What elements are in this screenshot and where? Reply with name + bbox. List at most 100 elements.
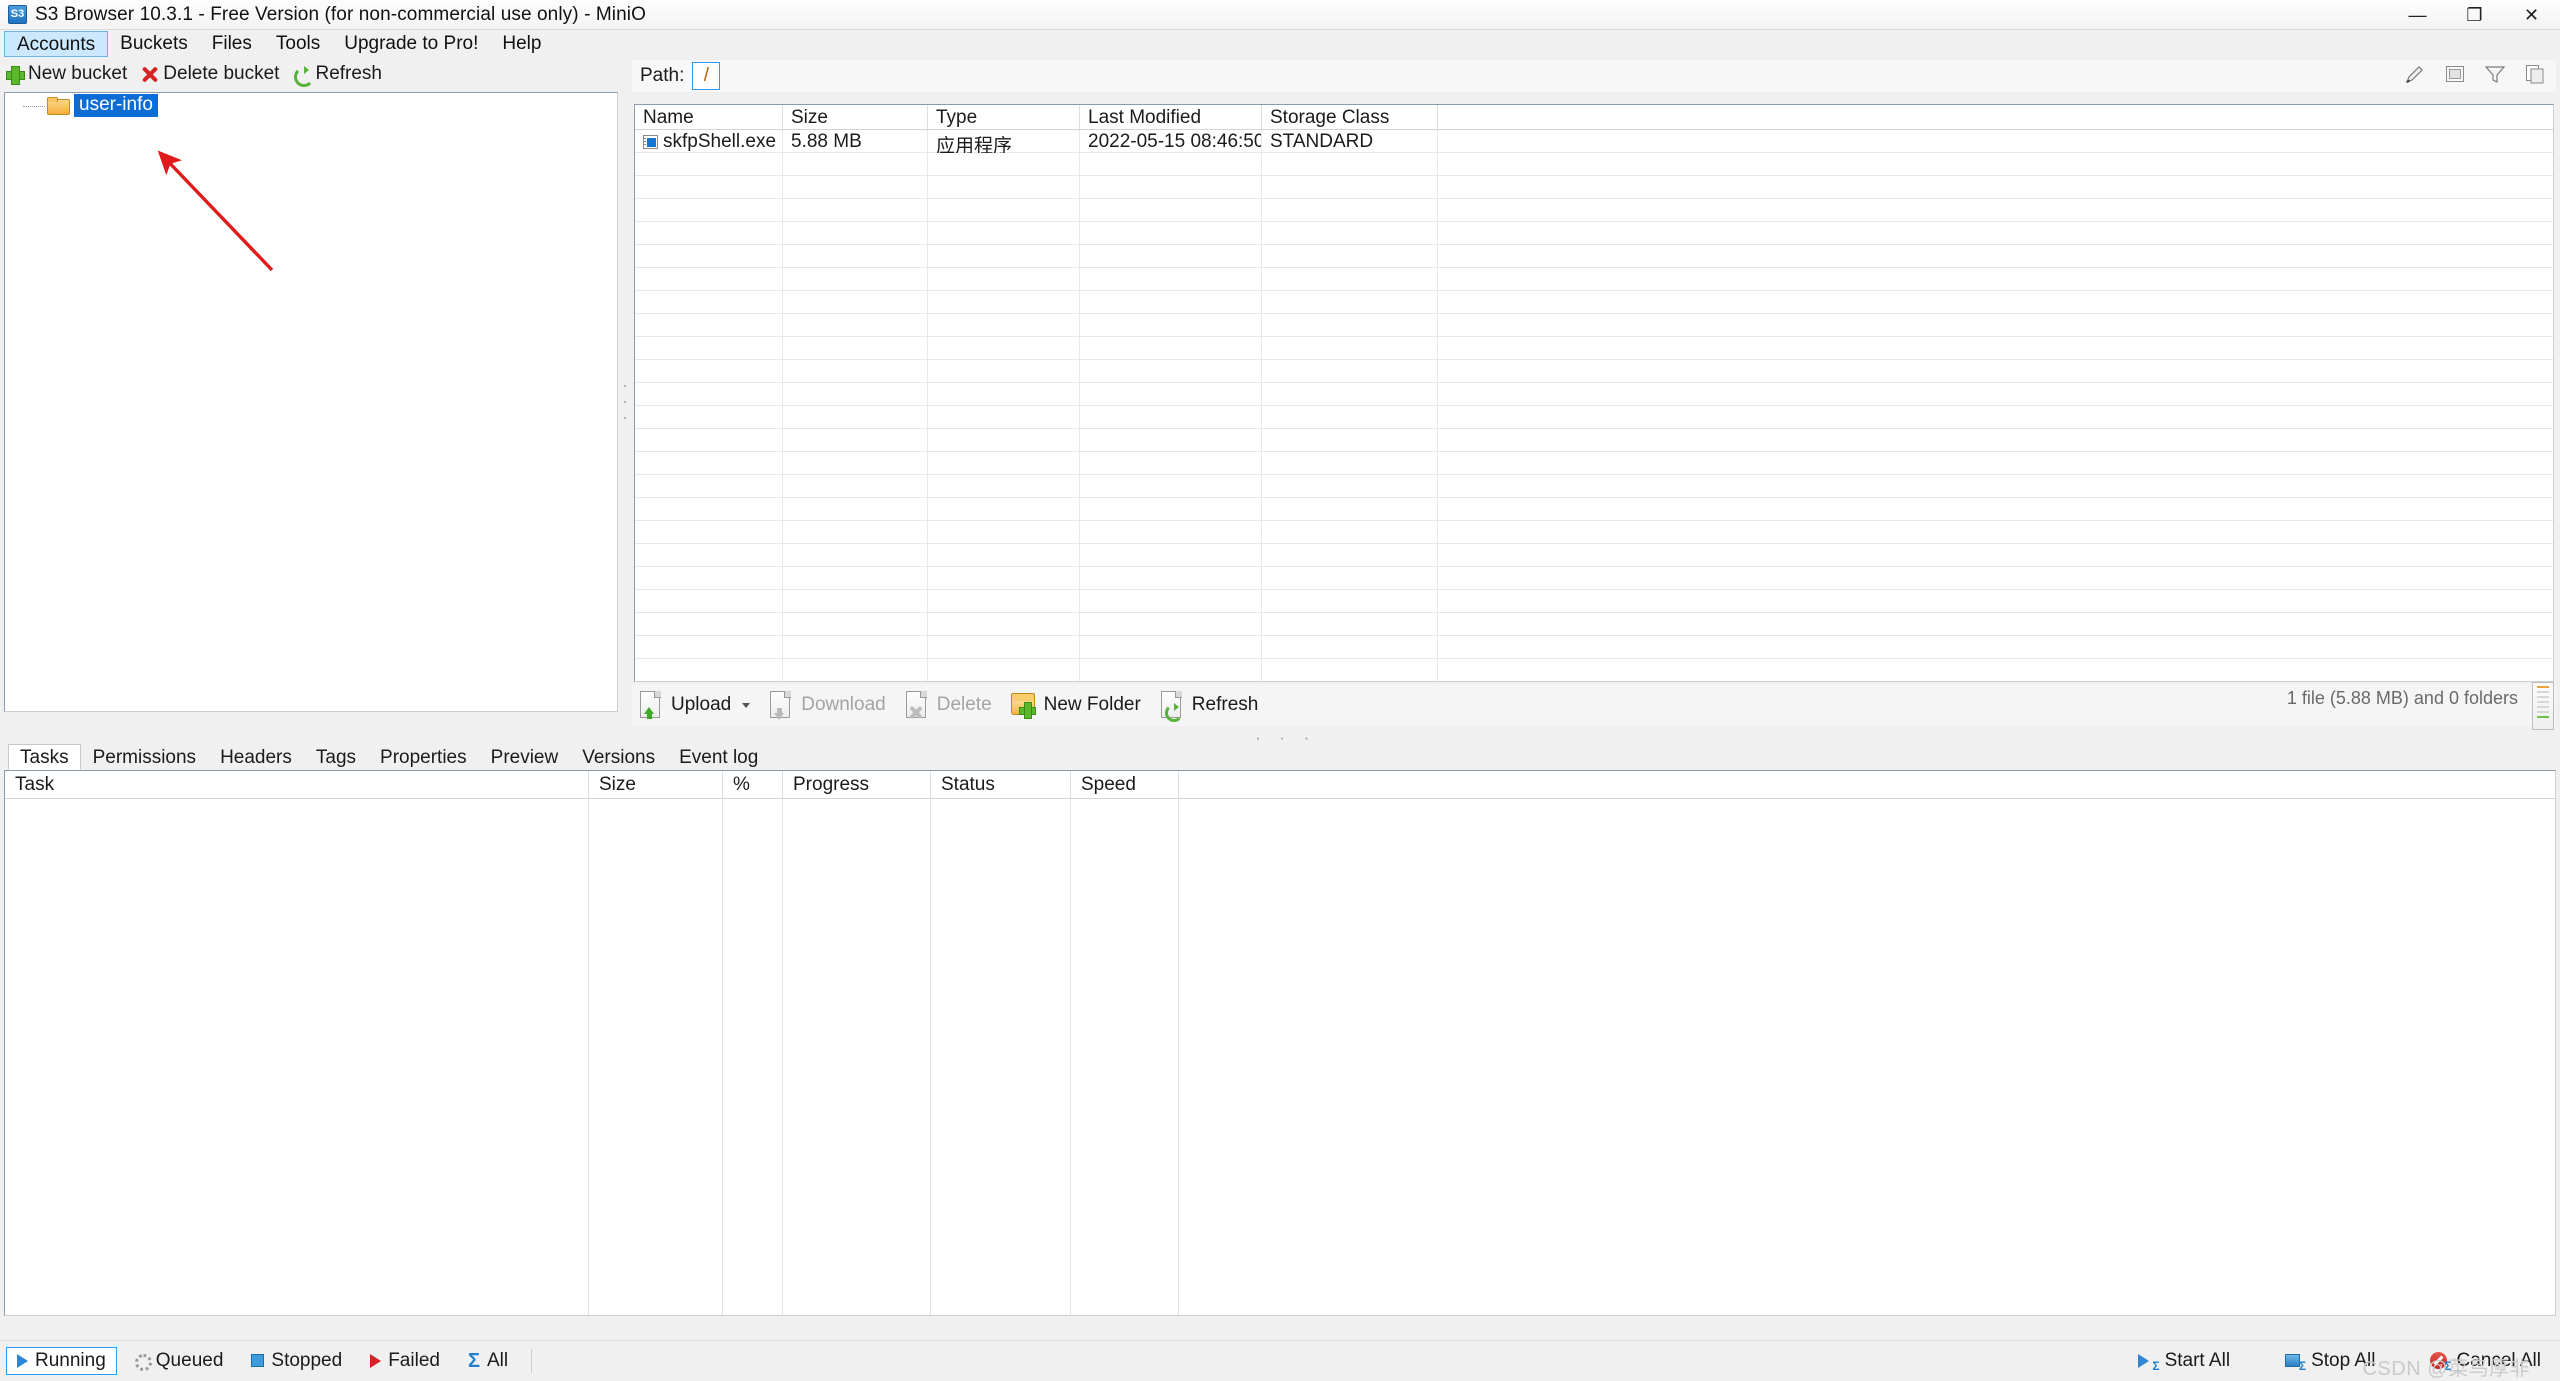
table-row xyxy=(635,360,2553,383)
download-label: Download xyxy=(801,694,886,715)
path-bar: Path: / xyxy=(632,60,2556,92)
table-row xyxy=(635,337,2553,360)
refresh-files-label: Refresh xyxy=(1191,694,1259,715)
tasks-panel[interactable]: Task Size % Progress Status Speed xyxy=(4,770,2556,1316)
bucket-tree[interactable]: user-info xyxy=(4,92,618,712)
menu-buckets[interactable]: Buckets xyxy=(108,31,200,57)
spinner-icon xyxy=(134,1353,152,1371)
table-row xyxy=(635,406,2553,429)
table-row xyxy=(635,222,2553,245)
tab-event-log[interactable]: Event log xyxy=(667,744,770,770)
filter-all-button[interactable]: Σ All xyxy=(457,1347,519,1375)
delete-bucket-button[interactable]: Delete bucket xyxy=(141,63,279,85)
menu-help[interactable]: Help xyxy=(490,31,553,57)
tab-tasks[interactable]: Tasks xyxy=(8,744,81,770)
menu-files[interactable]: Files xyxy=(200,31,264,57)
column-header-progress[interactable]: Progress xyxy=(783,771,931,799)
splitter-grip xyxy=(624,385,626,419)
file-filler-cell xyxy=(1438,130,2553,153)
tab-versions[interactable]: Versions xyxy=(570,744,667,770)
stop-all-icon: Σ xyxy=(2284,1352,2306,1373)
table-row xyxy=(635,521,2553,544)
status-bar-divider xyxy=(531,1348,533,1373)
chevron-down-icon[interactable] xyxy=(742,702,751,708)
download-button[interactable]: Download xyxy=(768,690,886,720)
sigma-icon: Σ xyxy=(467,1349,480,1372)
tab-properties[interactable]: Properties xyxy=(368,744,479,770)
restore-icon[interactable]: ❐ xyxy=(2446,0,2503,30)
file-list-scrollbar[interactable] xyxy=(2532,682,2554,730)
column-header-size[interactable]: Size xyxy=(783,105,928,130)
bottom-tab-bar: Tasks Permissions Headers Tags Propertie… xyxy=(0,742,2560,770)
square-icon xyxy=(251,1354,265,1367)
pencil-icon[interactable] xyxy=(2404,63,2426,85)
column-header-last-modified[interactable]: Last Modified xyxy=(1080,105,1262,130)
table-row xyxy=(635,544,2553,567)
path-input[interactable]: / xyxy=(692,62,721,90)
upload-icon xyxy=(638,690,664,720)
start-all-button[interactable]: Σ Start All xyxy=(2127,1347,2241,1375)
menu-upgrade-to-pro[interactable]: Upgrade to Pro! xyxy=(332,31,490,57)
close-icon[interactable]: ✕ xyxy=(2503,0,2560,30)
table-row xyxy=(635,153,2553,176)
new-folder-icon xyxy=(1010,693,1037,719)
refresh-label: Refresh xyxy=(315,63,382,84)
table-row xyxy=(635,199,2553,222)
new-folder-button[interactable]: New Folder xyxy=(1010,693,1141,719)
s3-browser-window: S3 S3 Browser 10.3.1 - Free Version (for… xyxy=(0,0,2560,1380)
file-list[interactable]: Name Size Type Last Modified Storage Cla… xyxy=(634,104,2554,682)
tab-preview[interactable]: Preview xyxy=(479,744,571,770)
table-row[interactable]: skfpShell.exe 5.88 MB 应用程序 2022-05-15 08… xyxy=(635,130,2553,153)
window-title: S3 Browser 10.3.1 - Free Version (for no… xyxy=(35,3,646,25)
rename-icon[interactable] xyxy=(2444,63,2466,85)
delete-button[interactable]: Delete xyxy=(904,690,992,720)
table-row xyxy=(635,314,2553,337)
file-modified-cell: 2022-05-15 08:46:50 xyxy=(1080,130,1262,153)
column-header-task[interactable]: Task xyxy=(5,771,589,799)
menu-accounts[interactable]: Accounts xyxy=(4,31,109,57)
filter-failed-label: Failed xyxy=(388,1349,440,1371)
table-row xyxy=(635,636,2553,659)
tree-item-label: user-info xyxy=(74,94,158,117)
filter-icon[interactable] xyxy=(2484,63,2506,85)
refresh-files-icon xyxy=(1159,690,1185,722)
download-icon xyxy=(768,690,794,720)
tab-tags[interactable]: Tags xyxy=(304,744,368,770)
copy-icon[interactable] xyxy=(2524,63,2546,85)
filter-failed-button[interactable]: Failed xyxy=(359,1347,451,1375)
start-all-icon: Σ xyxy=(2137,1352,2160,1373)
column-header-type[interactable]: Type xyxy=(928,105,1080,130)
filter-stopped-button[interactable]: Stopped xyxy=(240,1347,353,1375)
menu-tools[interactable]: Tools xyxy=(264,31,332,57)
menu-bar: Accounts Buckets Files Tools Upgrade to … xyxy=(0,30,2560,58)
column-header-filler xyxy=(1438,105,2553,130)
filter-stopped-label: Stopped xyxy=(271,1349,343,1371)
file-size-cell: 5.88 MB xyxy=(783,130,928,153)
column-header-percent[interactable]: % xyxy=(723,771,783,799)
app-icon: S3 xyxy=(8,5,27,24)
column-header-name[interactable]: Name xyxy=(635,105,783,130)
upload-button[interactable]: Upload xyxy=(638,690,751,720)
table-row xyxy=(635,659,2553,681)
filter-running-button[interactable]: Running xyxy=(6,1346,117,1375)
column-header-speed[interactable]: Speed xyxy=(1071,771,1179,799)
refresh-files-button[interactable]: Refresh xyxy=(1159,690,1259,722)
tab-permissions[interactable]: Permissions xyxy=(81,744,208,770)
tab-headers[interactable]: Headers xyxy=(208,744,304,770)
minimize-icon[interactable]: — xyxy=(2389,0,2446,30)
delete-x-icon xyxy=(141,66,158,83)
column-header-task-size[interactable]: Size xyxy=(589,771,723,799)
new-bucket-button[interactable]: New bucket xyxy=(6,63,127,85)
play-icon xyxy=(17,1353,28,1368)
column-header-storage-class[interactable]: Storage Class xyxy=(1262,105,1438,130)
tree-connector-line xyxy=(23,106,45,107)
delete-label: Delete xyxy=(936,694,992,715)
refresh-buckets-button[interactable]: Refresh xyxy=(293,63,382,87)
filter-queued-button[interactable]: Queued xyxy=(123,1347,235,1375)
path-label: Path: xyxy=(640,65,685,86)
tree-item-user-info[interactable]: user-info xyxy=(5,93,617,118)
panel-splitter[interactable] xyxy=(620,92,630,712)
filter-all-label: All xyxy=(486,1349,509,1371)
column-header-status[interactable]: Status xyxy=(931,771,1071,799)
table-row xyxy=(635,176,2553,199)
